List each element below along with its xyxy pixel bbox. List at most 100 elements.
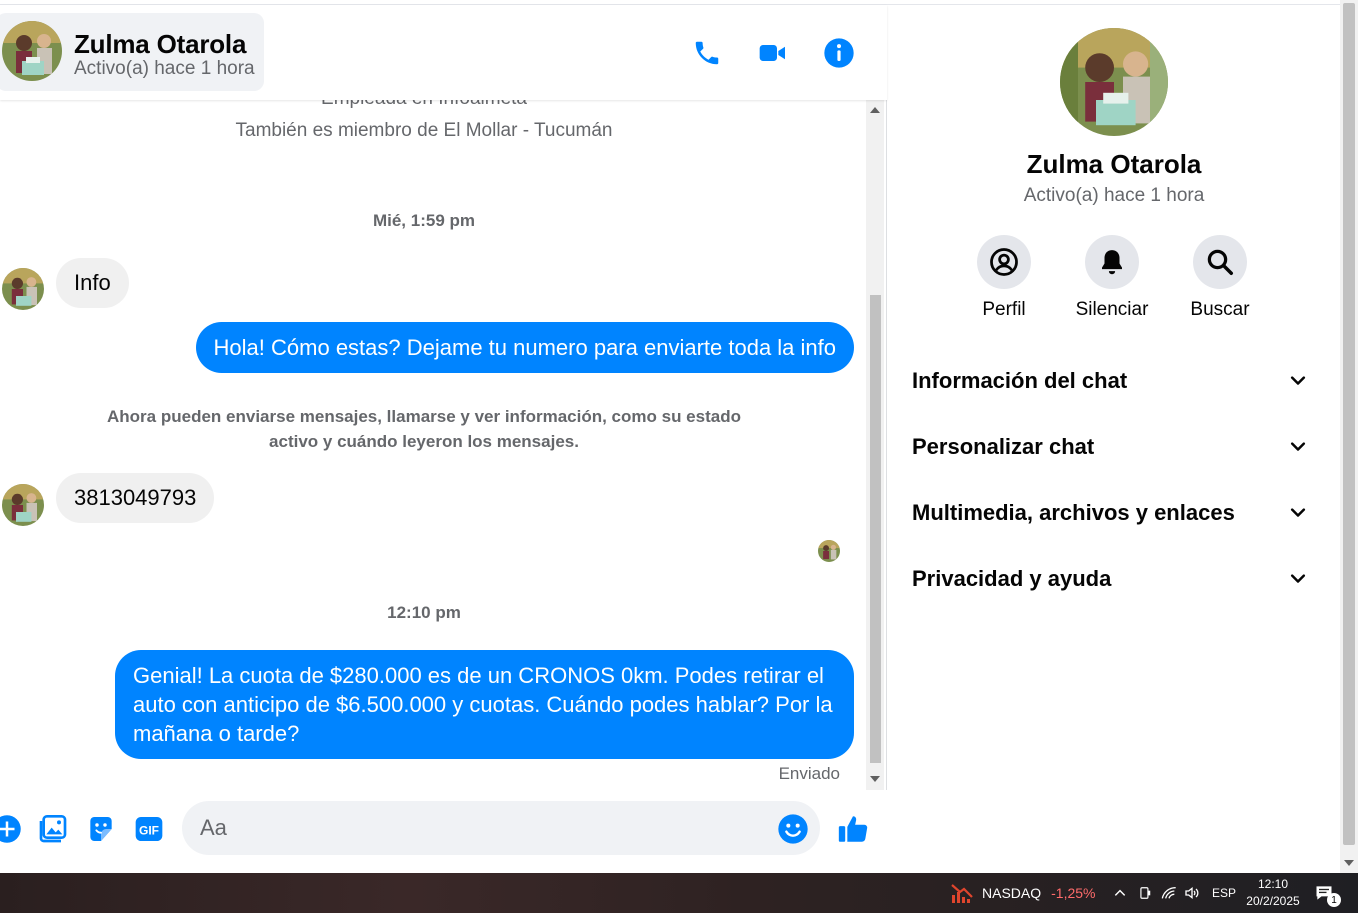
contact-name[interactable]: Zulma Otarola	[74, 29, 246, 60]
page-scrollbar[interactable]	[1340, 0, 1358, 873]
smiley-icon	[778, 814, 808, 844]
input-language[interactable]: ESP	[1212, 873, 1236, 913]
mute-button-label: Silenciar	[1075, 299, 1149, 320]
speaker-icon	[1185, 886, 1199, 900]
incoming-message[interactable]: Info	[56, 258, 129, 308]
device-icon	[1140, 887, 1151, 899]
device-tray-icon-button[interactable]	[1138, 873, 1152, 913]
search-conversation-button[interactable]: Buscar	[1165, 235, 1275, 321]
video-call-button[interactable]	[755, 35, 791, 71]
chevron-down-icon	[1290, 508, 1306, 517]
profile-button-label: Perfil	[982, 299, 1026, 320]
mute-button[interactable]: Silenciar	[1057, 235, 1167, 321]
wifi-icon	[1161, 886, 1176, 899]
mute-button-circle[interactable]	[1085, 235, 1139, 289]
photo-gallery-icon	[39, 815, 67, 843]
connection-notice: Ahora pueden enviarse mensajes, llamarse…	[0, 404, 848, 454]
sender-avatar[interactable]	[2, 484, 44, 526]
chevron-down-icon	[1290, 574, 1306, 583]
emoji-button[interactable]	[776, 812, 810, 846]
search-button-label: Buscar	[1190, 299, 1250, 320]
section-customize-chat[interactable]: Personalizar chat	[900, 420, 1320, 474]
profile-button-circle[interactable]	[977, 235, 1031, 289]
clock[interactable]: 12:10 20/2/2025	[1243, 873, 1303, 913]
conversation-details-pane: Zulma Otarola Activo(a) hace 1 hora Perf…	[888, 5, 1340, 873]
phone-icon	[695, 41, 719, 65]
bell-icon	[1102, 250, 1122, 275]
delivery-status: Enviado	[778, 764, 840, 783]
composer: GIF	[0, 790, 887, 873]
connection-notice-line: Ahora pueden enviarse mensajes, llamarse…	[107, 407, 741, 426]
chevron-down-icon	[1290, 376, 1306, 385]
contact-status: Activo(a) hace 1 hora	[74, 58, 255, 79]
sticker-button[interactable]	[84, 812, 118, 846]
section-label: Personalizar chat	[912, 434, 1095, 459]
chat-pane: Zulma Otarola Activo(a) hace 1 hora Empl…	[0, 5, 887, 873]
windows-taskbar: NASDAQ -1,25% ESP 12:10 20/2/2025 1	[0, 873, 1358, 913]
info-icon	[824, 38, 854, 68]
chevron-up-icon	[1114, 889, 1126, 896]
volume-button[interactable]	[1184, 873, 1200, 913]
connection-notice-line: activo y cuándo leyeron los mensajes.	[269, 432, 579, 451]
profile-icon	[990, 248, 1018, 276]
message-line: Genial! La cuota de $280.000 es de un CR…	[133, 663, 824, 688]
scroll-thumb[interactable]	[870, 295, 881, 763]
attach-photo-button[interactable]	[36, 812, 70, 846]
outgoing-message[interactable]: Hola! Cómo estas? Dejame tu numero para …	[195, 322, 854, 373]
chevron-down-icon	[1290, 442, 1306, 451]
conversation-info-button[interactable]	[821, 35, 857, 71]
message-input[interactable]	[182, 801, 820, 855]
sticker-icon	[90, 817, 112, 841]
timestamp-divider: Mié, 1:59 pm	[372, 211, 476, 230]
more-actions-button[interactable]	[0, 812, 24, 846]
message-list[interactable]: Empleada en Infoalmeta También es miembr…	[0, 100, 866, 790]
message-line: mañana o tarde?	[133, 721, 300, 746]
section-chat-info[interactable]: Información del chat	[900, 354, 1320, 408]
page-scroll-thumb[interactable]	[1343, 3, 1355, 845]
search-icon	[1207, 249, 1233, 275]
message-scrollbar[interactable]	[866, 100, 884, 790]
profile-name: Zulma Otarola	[1026, 149, 1202, 179]
section-label: Privacidad y ayuda	[912, 566, 1112, 591]
section-label: Multimedia, archivos y enlaces	[912, 500, 1235, 525]
notification-count-badge: 1	[1327, 893, 1341, 907]
gif-icon: GIF	[135, 817, 163, 841]
page-scroll-down-arrow-icon[interactable]	[1344, 860, 1354, 866]
incoming-message[interactable]: 3813049793	[56, 473, 215, 523]
profile-status: Activo(a) hace 1 hora	[1023, 185, 1205, 206]
show-hidden-icons-button[interactable]	[1113, 873, 1127, 913]
sender-avatar[interactable]	[2, 268, 44, 310]
outgoing-message[interactable]: Genial! La cuota de $280.000 es de un CR…	[115, 650, 854, 759]
plus-circle-icon	[0, 815, 21, 843]
message-line: auto con anticipo de $6.500.000 y cuotas…	[133, 692, 833, 717]
thumbs-up-icon	[838, 816, 868, 842]
scroll-up-arrow-icon[interactable]	[870, 107, 880, 113]
read-receipt-avatar	[818, 540, 840, 562]
network-button[interactable]	[1161, 873, 1177, 913]
gif-button[interactable]: GIF	[132, 812, 166, 846]
ticker-name: NASDAQ	[982, 885, 1042, 901]
messenger-window: Zulma Otarola Activo(a) hace 1 hora Empl…	[0, 0, 1358, 913]
section-media-files-links[interactable]: Multimedia, archivos y enlaces	[900, 486, 1320, 540]
section-privacy-help[interactable]: Privacidad y ayuda	[900, 552, 1320, 606]
stock-down-icon	[951, 884, 973, 903]
clock-time: 12:10	[1257, 877, 1289, 891]
video-camera-icon	[759, 45, 785, 61]
profile-member-info: También es miembro de El Mollar - Tucumá…	[235, 120, 613, 141]
voice-call-button[interactable]	[689, 35, 725, 71]
ticker-change: -1,25%	[1051, 885, 1096, 901]
svg-text:GIF: GIF	[139, 823, 159, 837]
search-button-circle[interactable]	[1193, 235, 1247, 289]
profile-work-info: Empleada en Infoalmeta	[0, 100, 848, 110]
section-label: Información del chat	[912, 368, 1128, 393]
stock-widget[interactable]: NASDAQ -1,25%	[950, 873, 1095, 913]
timestamp-divider: 12:10 pm	[387, 603, 461, 622]
contact-avatar[interactable]	[2, 21, 62, 81]
clock-date: 20/2/2025	[1246, 894, 1300, 908]
profile-button[interactable]: Perfil	[949, 235, 1059, 321]
chat-header: Zulma Otarola Activo(a) hace 1 hora	[0, 5, 887, 100]
profile-avatar[interactable]	[1060, 28, 1168, 136]
notification-center-button[interactable]: 1	[1314, 873, 1341, 913]
scroll-down-arrow-icon[interactable]	[870, 776, 880, 782]
like-button[interactable]	[836, 812, 870, 846]
